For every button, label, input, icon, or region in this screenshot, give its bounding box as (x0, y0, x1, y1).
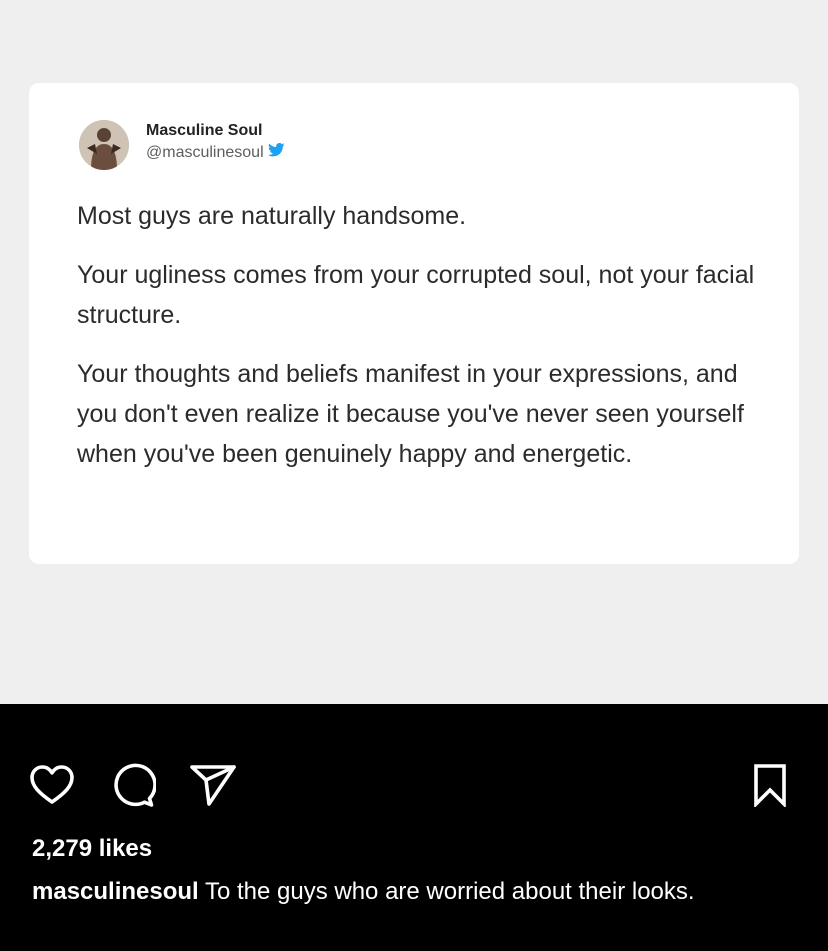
paper-plane-icon[interactable] (188, 760, 238, 810)
tweet-paragraph: Your thoughts and beliefs manifest in yo… (77, 360, 744, 468)
caption-username[interactable]: masculinesoul (32, 878, 199, 905)
avatar (79, 120, 129, 170)
heart-outline-icon[interactable] (27, 760, 77, 810)
caption-text: To the guys who are worried about their … (204, 878, 695, 905)
author-name: Masculine Soul (146, 122, 263, 139)
comment-bubble-icon[interactable] (108, 760, 158, 810)
twitter-bird-icon (267, 142, 285, 164)
tweet-header: Masculine Soul @masculinesoul (79, 117, 285, 173)
likes-count[interactable]: 2,279 likes (32, 833, 152, 865)
post-caption: masculinesoul To the guys who are worrie… (32, 877, 792, 907)
tweet-card: Masculine Soul @masculinesoul Most guys … (29, 83, 799, 564)
post-action-bar (0, 760, 828, 810)
post-image[interactable]: Masculine Soul @masculinesoul Most guys … (0, 0, 828, 704)
author-handle: @masculinesoul (146, 144, 264, 161)
tweet-body: Most guys are naturally handsome. Your u… (77, 196, 757, 493)
tweet-paragraph: Your ugliness comes from your corrupted … (77, 261, 755, 329)
bookmark-outline-icon[interactable] (745, 760, 795, 810)
tweet-paragraph: Most guys are naturally handsome. (77, 202, 467, 230)
